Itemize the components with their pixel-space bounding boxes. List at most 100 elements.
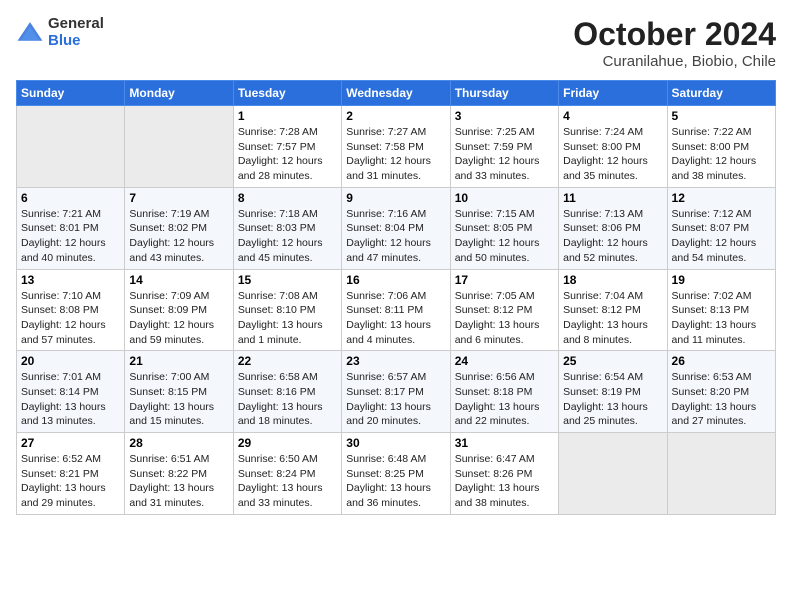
day-number: 29 xyxy=(238,436,337,450)
day-info: Sunrise: 7:05 AMSunset: 8:12 PMDaylight:… xyxy=(455,289,554,348)
day-number: 23 xyxy=(346,354,445,368)
day-number: 26 xyxy=(672,354,771,368)
weekday-header: Monday xyxy=(125,81,233,106)
logo: General Blue xyxy=(16,16,104,49)
day-number: 27 xyxy=(21,436,120,450)
weekday-header: Saturday xyxy=(667,81,775,106)
day-number: 16 xyxy=(346,273,445,287)
header: General Blue October 2024 Curanilahue, B… xyxy=(16,16,776,70)
calendar-cell: 19Sunrise: 7:02 AMSunset: 8:13 PMDayligh… xyxy=(667,269,775,351)
day-info: Sunrise: 7:12 AMSunset: 8:07 PMDaylight:… xyxy=(672,207,771,266)
day-info: Sunrise: 7:18 AMSunset: 8:03 PMDaylight:… xyxy=(238,207,337,266)
calendar-cell: 28 Sunrise: 6:51 AMSunset: 8:22 PMDayligh… xyxy=(125,433,233,515)
calendar-cell xyxy=(125,106,233,188)
day-info: Sunrise: 7:00 AMSunset: 8:15 PMDaylight:… xyxy=(129,370,228,429)
calendar-cell xyxy=(17,106,125,188)
day-info: Sunrise: 6:56 AMSunset: 8:18 PMDaylight:… xyxy=(455,370,554,429)
calendar-cell: 11 Sunrise: 7:13 AMSunset: 8:06 PMDayligh… xyxy=(559,187,667,269)
day-number: 30 xyxy=(346,436,445,450)
logo-blue-text: Blue xyxy=(48,33,104,50)
calendar-cell: 21Sunrise: 7:00 AMSunset: 8:15 PMDayligh… xyxy=(125,351,233,433)
day-number: 22 xyxy=(238,354,337,368)
calendar-cell: 16 Sunrise: 7:06 AMSunset: 8:11 PMDayligh… xyxy=(342,269,450,351)
day-number: 10 xyxy=(455,191,554,205)
day-info: Sunrise: 7:08 AMSunset: 8:10 PMDaylight:… xyxy=(238,289,337,348)
calendar-cell: 17 Sunrise: 7:05 AMSunset: 8:12 PMDayligh… xyxy=(450,269,558,351)
calendar-cell: 13 Sunrise: 7:10 AMSunset: 8:08 PMDayligh… xyxy=(17,269,125,351)
calendar-cell: 4 Sunrise: 7:24 AMSunset: 8:00 PMDaylight… xyxy=(559,106,667,188)
calendar-cell: 25 Sunrise: 6:54 AMSunset: 8:19 PMDayligh… xyxy=(559,351,667,433)
calendar-cell: 26Sunrise: 6:53 AMSunset: 8:20 PMDayligh… xyxy=(667,351,775,433)
day-info: Sunrise: 7:04 AMSunset: 8:12 PMDaylight:… xyxy=(563,289,662,348)
day-info: Sunrise: 6:54 AMSunset: 8:19 PMDaylight:… xyxy=(563,370,662,429)
day-info: Sunrise: 6:52 AMSunset: 8:21 PMDaylight:… xyxy=(21,452,120,511)
day-number: 6 xyxy=(21,191,120,205)
calendar-cell: 30 Sunrise: 6:48 AMSunset: 8:25 PMDayligh… xyxy=(342,433,450,515)
calendar-cell: 9Sunrise: 7:16 AMSunset: 8:04 PMDaylight… xyxy=(342,187,450,269)
day-number: 17 xyxy=(455,273,554,287)
month-title: October 2024 xyxy=(573,16,776,53)
logo-general-text: General xyxy=(48,16,104,33)
calendar-cell: 14 Sunrise: 7:09 AMSunset: 8:09 PMDayligh… xyxy=(125,269,233,351)
day-info: Sunrise: 6:50 AMSunset: 8:24 PMDaylight:… xyxy=(238,452,337,511)
day-info: Sunrise: 7:19 AMSunset: 8:02 PMDaylight:… xyxy=(129,207,228,266)
calendar-cell: 8 Sunrise: 7:18 AMSunset: 8:03 PMDaylight… xyxy=(233,187,341,269)
day-number: 13 xyxy=(21,273,120,287)
calendar-cell: 1Sunrise: 7:28 AMSunset: 7:57 PMDaylight… xyxy=(233,106,341,188)
calendar-week-row: 27 Sunrise: 6:52 AMSunset: 8:21 PMDayligh… xyxy=(17,433,776,515)
calendar-week-row: 6 Sunrise: 7:21 AMSunset: 8:01 PMDaylight… xyxy=(17,187,776,269)
day-number: 1 xyxy=(238,109,337,123)
calendar-cell: 5Sunrise: 7:22 AMSunset: 8:00 PMDaylight… xyxy=(667,106,775,188)
day-info: Sunrise: 7:25 AMSunset: 7:59 PMDaylight:… xyxy=(455,125,554,184)
calendar-cell xyxy=(559,433,667,515)
calendar-cell: 6 Sunrise: 7:21 AMSunset: 8:01 PMDaylight… xyxy=(17,187,125,269)
day-info: Sunrise: 7:15 AMSunset: 8:05 PMDaylight:… xyxy=(455,207,554,266)
logo-icon xyxy=(16,19,44,47)
calendar-week-row: 20Sunrise: 7:01 AMSunset: 8:14 PMDayligh… xyxy=(17,351,776,433)
weekday-header: Tuesday xyxy=(233,81,341,106)
day-info: Sunrise: 7:13 AMSunset: 8:06 PMDaylight:… xyxy=(563,207,662,266)
day-number: 24 xyxy=(455,354,554,368)
calendar-cell: 24 Sunrise: 6:56 AMSunset: 8:18 PMDayligh… xyxy=(450,351,558,433)
calendar-cell: 31 Sunrise: 6:47 AMSunset: 8:26 PMDayligh… xyxy=(450,433,558,515)
day-number: 28 xyxy=(129,436,228,450)
day-number: 14 xyxy=(129,273,228,287)
location-title: Curanilahue, Biobio, Chile xyxy=(573,53,776,70)
day-info: Sunrise: 7:21 AMSunset: 8:01 PMDaylight:… xyxy=(21,207,120,266)
day-info: Sunrise: 7:09 AMSunset: 8:09 PMDaylight:… xyxy=(129,289,228,348)
calendar-cell: 7 Sunrise: 7:19 AMSunset: 8:02 PMDaylight… xyxy=(125,187,233,269)
day-info: Sunrise: 7:01 AMSunset: 8:14 PMDaylight:… xyxy=(21,370,120,429)
calendar-week-row: 13 Sunrise: 7:10 AMSunset: 8:08 PMDayligh… xyxy=(17,269,776,351)
calendar-table: SundayMondayTuesdayWednesdayThursdayFrid… xyxy=(16,80,776,515)
title-area: October 2024 Curanilahue, Biobio, Chile xyxy=(573,16,776,70)
day-info: Sunrise: 7:06 AMSunset: 8:11 PMDaylight:… xyxy=(346,289,445,348)
day-number: 8 xyxy=(238,191,337,205)
calendar-week-row: 1Sunrise: 7:28 AMSunset: 7:57 PMDaylight… xyxy=(17,106,776,188)
day-number: 19 xyxy=(672,273,771,287)
calendar-cell: 12 Sunrise: 7:12 AMSunset: 8:07 PMDayligh… xyxy=(667,187,775,269)
day-number: 18 xyxy=(563,273,662,287)
calendar-cell: 20Sunrise: 7:01 AMSunset: 8:14 PMDayligh… xyxy=(17,351,125,433)
day-number: 12 xyxy=(672,191,771,205)
day-info: Sunrise: 7:10 AMSunset: 8:08 PMDaylight:… xyxy=(21,289,120,348)
day-number: 11 xyxy=(563,191,662,205)
day-number: 31 xyxy=(455,436,554,450)
day-info: Sunrise: 7:27 AMSunset: 7:58 PMDaylight:… xyxy=(346,125,445,184)
weekday-header-row: SundayMondayTuesdayWednesdayThursdayFrid… xyxy=(17,81,776,106)
calendar-cell: 22 Sunrise: 6:58 AMSunset: 8:16 PMDayligh… xyxy=(233,351,341,433)
weekday-header: Friday xyxy=(559,81,667,106)
day-info: Sunrise: 6:51 AMSunset: 8:22 PMDaylight:… xyxy=(129,452,228,511)
calendar-cell: 27 Sunrise: 6:52 AMSunset: 8:21 PMDayligh… xyxy=(17,433,125,515)
calendar-cell: 15Sunrise: 7:08 AMSunset: 8:10 PMDayligh… xyxy=(233,269,341,351)
day-number: 4 xyxy=(563,109,662,123)
day-number: 25 xyxy=(563,354,662,368)
day-number: 7 xyxy=(129,191,228,205)
day-info: Sunrise: 6:48 AMSunset: 8:25 PMDaylight:… xyxy=(346,452,445,511)
day-info: Sunrise: 6:47 AMSunset: 8:26 PMDaylight:… xyxy=(455,452,554,511)
day-info: Sunrise: 7:24 AMSunset: 8:00 PMDaylight:… xyxy=(563,125,662,184)
weekday-header: Thursday xyxy=(450,81,558,106)
calendar-cell: 3Sunrise: 7:25 AMSunset: 7:59 PMDaylight… xyxy=(450,106,558,188)
calendar-cell: 29 Sunrise: 6:50 AMSunset: 8:24 PMDayligh… xyxy=(233,433,341,515)
weekday-header: Wednesday xyxy=(342,81,450,106)
day-info: Sunrise: 6:58 AMSunset: 8:16 PMDaylight:… xyxy=(238,370,337,429)
